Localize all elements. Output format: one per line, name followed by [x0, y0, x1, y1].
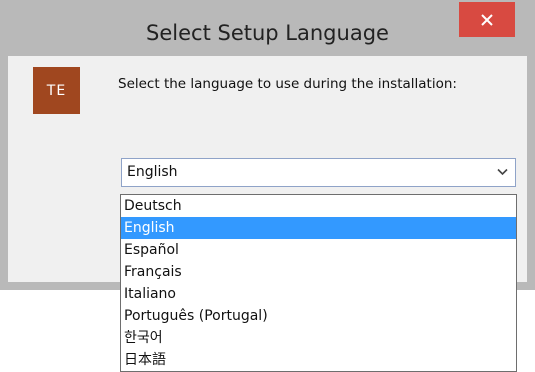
- chevron-down-icon: [497, 168, 508, 176]
- prompt-text: Select the language to use during the in…: [118, 76, 457, 92]
- close-button[interactable]: [459, 2, 515, 37]
- language-select[interactable]: English: [121, 158, 516, 187]
- language-option-selected[interactable]: English: [121, 217, 516, 239]
- app-logo-icon: TE: [33, 67, 80, 114]
- language-option[interactable]: 日本語: [121, 349, 516, 371]
- language-option[interactable]: Français: [121, 261, 516, 283]
- language-option[interactable]: 한국어: [121, 327, 516, 349]
- app-logo-text: TE: [46, 82, 67, 99]
- language-option[interactable]: Español: [121, 239, 516, 261]
- window-title: Select Setup Language: [146, 21, 389, 45]
- language-option[interactable]: Italiano: [121, 283, 516, 305]
- close-icon: [481, 13, 493, 26]
- title-bar[interactable]: Select Setup Language: [0, 0, 535, 62]
- language-option[interactable]: Português (Portugal): [121, 305, 516, 327]
- language-dropdown-list[interactable]: Deutsch English Español Français Italian…: [120, 194, 517, 372]
- language-select-value: English: [127, 164, 178, 180]
- language-option[interactable]: Deutsch: [121, 195, 516, 217]
